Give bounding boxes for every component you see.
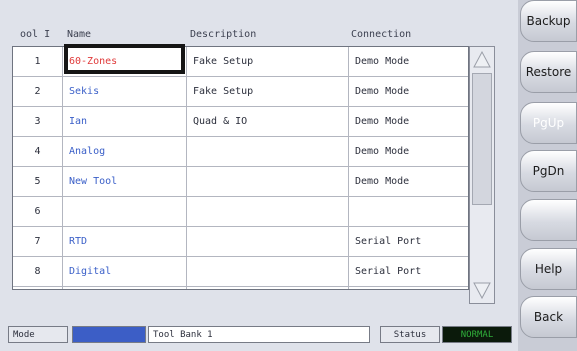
restore-button[interactable]: Restore: [520, 51, 577, 93]
row-connection[interactable]: [349, 197, 468, 226]
table-row[interactable]: 6: [13, 197, 468, 227]
status-indicator: NORMAL: [442, 326, 512, 343]
row-connection[interactable]: Demo Mode: [349, 167, 468, 196]
row-description[interactable]: [187, 167, 349, 196]
row-number: 6: [13, 197, 63, 226]
row-description[interactable]: [187, 257, 349, 286]
help-button[interactable]: Help: [520, 248, 577, 290]
backup-button[interactable]: Backup: [520, 0, 577, 42]
table-row[interactable]: 8 Digital Serial Port: [13, 257, 468, 287]
column-header-number: ool I: [20, 29, 51, 40]
row-description[interactable]: Quad & IO: [187, 107, 349, 136]
row-name[interactable]: [63, 287, 187, 289]
side-button-panel: Backup Restore PgUp PgDn Help Back: [518, 0, 577, 351]
row-description[interactable]: [187, 287, 349, 289]
table-row[interactable]: 5 New Tool Demo Mode: [13, 167, 468, 197]
table-row[interactable]: 4 Analog Demo Mode: [13, 137, 468, 167]
scroll-thumb[interactable]: [472, 73, 492, 205]
row-number: 5: [13, 167, 63, 196]
pgdn-button[interactable]: PgDn: [520, 150, 577, 192]
row-name[interactable]: Digital: [63, 257, 187, 286]
status-label: Status: [380, 326, 440, 343]
row-number: 2: [13, 77, 63, 106]
row-number: 9: [13, 287, 63, 289]
table-row[interactable]: 9: [13, 287, 468, 289]
selection-highlight: [64, 44, 185, 74]
tool-bank-field: Tool Bank 1: [148, 326, 370, 343]
back-button[interactable]: Back: [520, 296, 577, 338]
main-panel: ool I Name Description Connection 1 60-Z…: [0, 0, 520, 351]
tool-table: 1 60-Zones Fake Setup Demo Mode 2 Sekis …: [12, 46, 469, 290]
row-name[interactable]: [63, 197, 187, 226]
pgup-button[interactable]: PgUp: [520, 102, 577, 144]
column-header-description: Description: [190, 29, 257, 40]
status-bar: Mode Tool Bank 1 Status NORMAL: [0, 326, 520, 344]
row-name[interactable]: New Tool: [63, 167, 187, 196]
row-connection[interactable]: Serial Port: [349, 227, 468, 256]
row-number: 7: [13, 227, 63, 256]
blank-button[interactable]: [520, 199, 577, 241]
column-header-connection: Connection: [351, 29, 412, 40]
table-row[interactable]: 7 RTD Serial Port: [13, 227, 468, 257]
mode-label: Mode: [8, 326, 68, 343]
row-number: 3: [13, 107, 63, 136]
row-connection[interactable]: Demo Mode: [349, 47, 468, 76]
row-connection[interactable]: [349, 287, 468, 289]
row-name[interactable]: Sekis: [63, 77, 187, 106]
mode-indicator: [72, 326, 146, 343]
row-description[interactable]: [187, 137, 349, 166]
row-number: 4: [13, 137, 63, 166]
row-connection[interactable]: Demo Mode: [349, 137, 468, 166]
scroll-down-arrow-icon[interactable]: [471, 280, 493, 302]
table-row[interactable]: 2 Sekis Fake Setup Demo Mode: [13, 77, 468, 107]
row-description[interactable]: Fake Setup: [187, 77, 349, 106]
row-name[interactable]: RTD: [63, 227, 187, 256]
row-connection[interactable]: Serial Port: [349, 257, 468, 286]
row-connection[interactable]: Demo Mode: [349, 77, 468, 106]
row-name[interactable]: Ian: [63, 107, 187, 136]
scroll-up-arrow-icon[interactable]: [471, 48, 493, 70]
row-number: 8: [13, 257, 63, 286]
column-header-name: Name: [67, 29, 92, 40]
row-description[interactable]: [187, 197, 349, 226]
row-name[interactable]: Analog: [63, 137, 187, 166]
table-row[interactable]: 3 Ian Quad & IO Demo Mode: [13, 107, 468, 137]
row-connection[interactable]: Demo Mode: [349, 107, 468, 136]
vertical-scrollbar[interactable]: [469, 46, 495, 304]
row-description[interactable]: Fake Setup: [187, 47, 349, 76]
row-description[interactable]: [187, 227, 349, 256]
row-number: 1: [13, 47, 63, 76]
